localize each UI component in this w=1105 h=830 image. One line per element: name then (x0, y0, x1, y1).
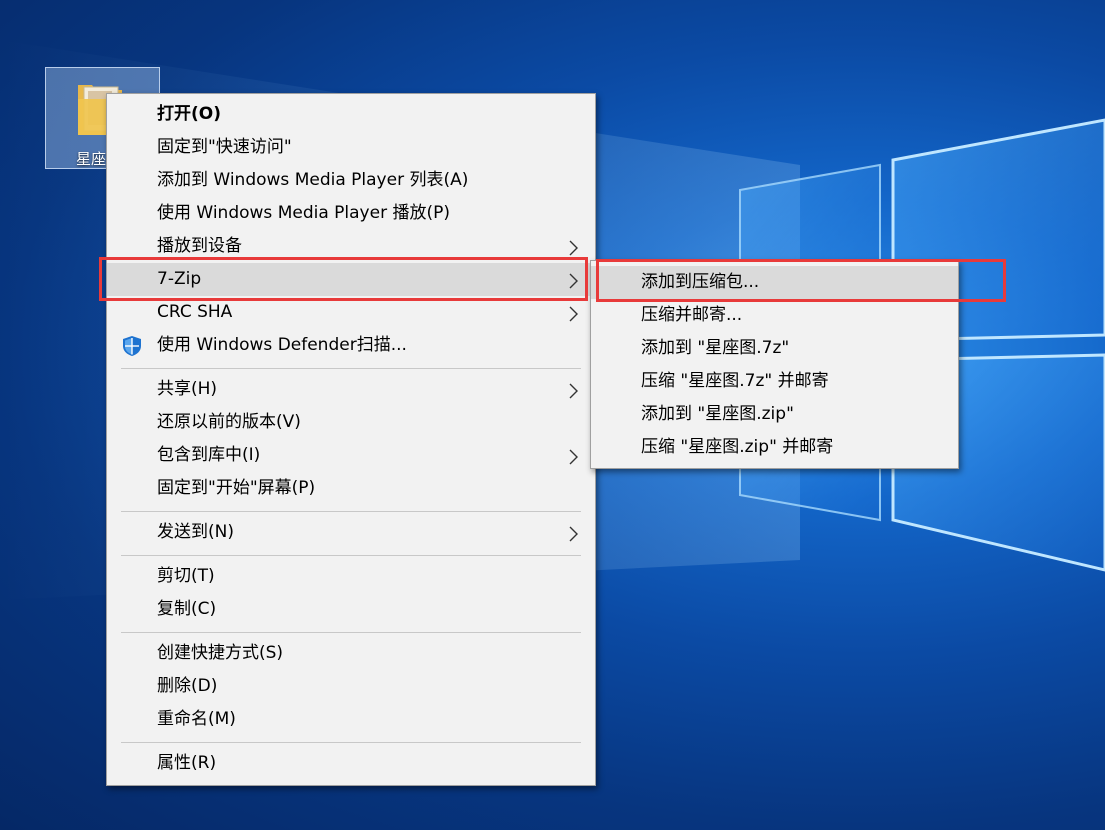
menu-item-label: 打开(O) (157, 104, 221, 124)
menu-separator (121, 742, 581, 743)
menu-item-label: CRC SHA (157, 302, 233, 322)
menu-item-include-in-library[interactable]: 包含到库中(I) (107, 439, 595, 472)
menu-item-label: 属性(R) (157, 753, 217, 773)
menu-item-label: 固定到"快速访问" (157, 137, 292, 157)
menu-item-rename[interactable]: 重命名(M) (107, 703, 595, 736)
submenu-item-compress-7z-and-email[interactable]: 压缩 "星座图.7z" 并邮寄 (591, 365, 958, 398)
chevron-right-icon (569, 383, 578, 399)
menu-separator (121, 555, 581, 556)
menu-separator (121, 632, 581, 633)
menu-item-delete[interactable]: 删除(D) (107, 670, 595, 703)
menu-item-create-shortcut[interactable]: 创建快捷方式(S) (107, 637, 595, 670)
menu-item-defender-scan[interactable]: 使用 Windows Defender扫描... (107, 329, 595, 362)
menu-item-pin-to-start[interactable]: 固定到"开始"屏幕(P) (107, 472, 595, 505)
menu-item-label: 使用 Windows Defender扫描... (157, 335, 407, 355)
chevron-right-icon (569, 240, 578, 256)
menu-item-label: 压缩 "星座图.7z" 并邮寄 (641, 371, 829, 391)
highlight-box-7zip (99, 257, 588, 301)
submenu-item-compress-and-email[interactable]: 压缩并邮寄... (591, 299, 958, 332)
menu-item-copy[interactable]: 复制(C) (107, 593, 595, 626)
menu-item-send-to[interactable]: 发送到(N) (107, 516, 595, 549)
menu-item-share[interactable]: 共享(H) (107, 373, 595, 406)
menu-item-label: 共享(H) (157, 379, 218, 399)
desktop-icon-label: 星座 (76, 150, 107, 168)
menu-item-label: 发送到(N) (157, 522, 234, 542)
menu-item-label: 添加到 Windows Media Player 列表(A) (157, 170, 469, 190)
menu-item-label: 创建快捷方式(S) (157, 643, 284, 663)
highlight-box-add-to-archive (596, 259, 1006, 302)
menu-item-label: 包含到库中(I) (157, 445, 261, 465)
menu-item-play-with-wmp[interactable]: 使用 Windows Media Player 播放(P) (107, 197, 595, 230)
menu-item-label: 播放到设备 (157, 236, 242, 256)
menu-item-label: 添加到 "星座图.zip" (641, 404, 794, 424)
submenu-item-compress-zip-and-email[interactable]: 压缩 "星座图.zip" 并邮寄 (591, 431, 958, 464)
menu-item-pin-quick-access[interactable]: 固定到"快速访问" (107, 131, 595, 164)
shield-icon (123, 336, 141, 356)
menu-separator (121, 511, 581, 512)
submenu-item-add-to-7z[interactable]: 添加到 "星座图.7z" (591, 332, 958, 365)
menu-item-label: 固定到"开始"屏幕(P) (157, 478, 316, 498)
chevron-right-icon (569, 449, 578, 465)
menu-item-label: 使用 Windows Media Player 播放(P) (157, 203, 450, 223)
menu-item-label: 压缩并邮寄... (641, 305, 743, 325)
menu-item-label: 添加到 "星座图.7z" (641, 338, 790, 358)
context-menu: 打开(O) 固定到"快速访问" 添加到 Windows Media Player… (106, 93, 596, 786)
menu-item-label: 剪切(T) (157, 566, 215, 586)
menu-item-add-to-wmp-list[interactable]: 添加到 Windows Media Player 列表(A) (107, 164, 595, 197)
menu-item-restore-versions[interactable]: 还原以前的版本(V) (107, 406, 595, 439)
chevron-right-icon (569, 306, 578, 322)
menu-item-label: 压缩 "星座图.zip" 并邮寄 (641, 437, 834, 457)
menu-item-label: 复制(C) (157, 599, 217, 619)
menu-item-open[interactable]: 打开(O) (107, 98, 595, 131)
menu-item-label: 还原以前的版本(V) (157, 412, 301, 432)
menu-item-properties[interactable]: 属性(R) (107, 747, 595, 780)
menu-separator (121, 368, 581, 369)
menu-item-label: 删除(D) (157, 676, 218, 696)
chevron-right-icon (569, 526, 578, 542)
menu-item-label: 重命名(M) (157, 709, 236, 729)
menu-item-cut[interactable]: 剪切(T) (107, 560, 595, 593)
submenu-item-add-to-zip[interactable]: 添加到 "星座图.zip" (591, 398, 958, 431)
